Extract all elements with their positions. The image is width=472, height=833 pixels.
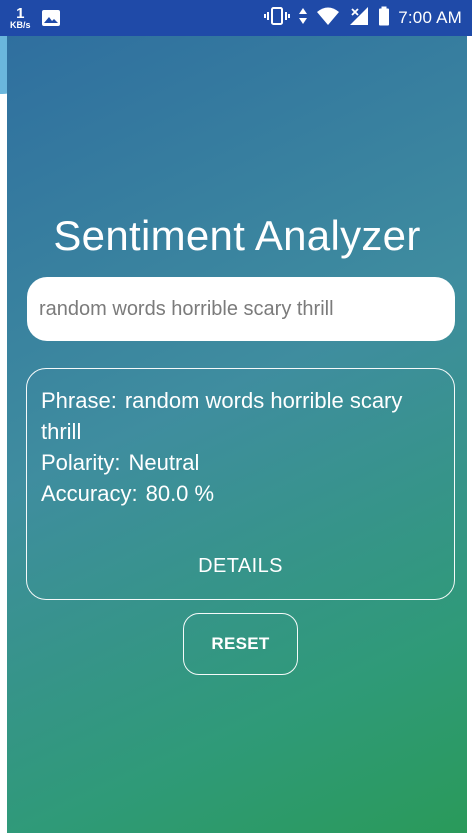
phrase-label: Phrase: [41,388,117,413]
polarity-value: Neutral [128,450,200,475]
battery-icon [378,6,390,31]
network-speed-unit: KB/s [10,20,31,30]
screen: 1 KB/s 7:00 AM Sentiment Analyzer random… [0,0,472,833]
phrase-line: Phrase: random words horrible scary thril… [41,385,421,447]
data-arrows-icon [298,6,308,31]
clock: 7:00 AM [398,8,462,27]
polarity-label: Polarity: [41,450,121,475]
accuracy-line: Accuracy: 80.0 % [41,478,421,509]
accuracy-label: Accuracy: [41,481,138,506]
polarity-line: Polarity: Neutral [41,447,421,478]
reset-button[interactable]: RESET [183,613,298,675]
app-title: Sentiment Analyzer [53,212,421,259]
network-speed: 1 KB/s [10,6,31,30]
result-card: Phrase: random words horrible scary thril… [26,368,455,600]
wifi-icon [316,6,340,31]
result-text: Phrase: random words horrible scary thril… [41,385,421,509]
network-speed-value: 1 [16,5,25,22]
status-bar: 1 KB/s 7:00 AM [0,0,472,36]
vibrate-icon [264,6,291,31]
details-button[interactable]: DETAILS [27,555,454,578]
accuracy-value: 80.0 % [145,481,215,506]
app-background: Sentiment Analyzer random words horrible… [7,36,467,833]
image-icon [41,9,61,27]
status-icons: 7:00 AM [264,6,462,31]
phrase-input[interactable]: random words horrible scary thrill [27,277,455,341]
signal-off-icon [348,6,370,31]
